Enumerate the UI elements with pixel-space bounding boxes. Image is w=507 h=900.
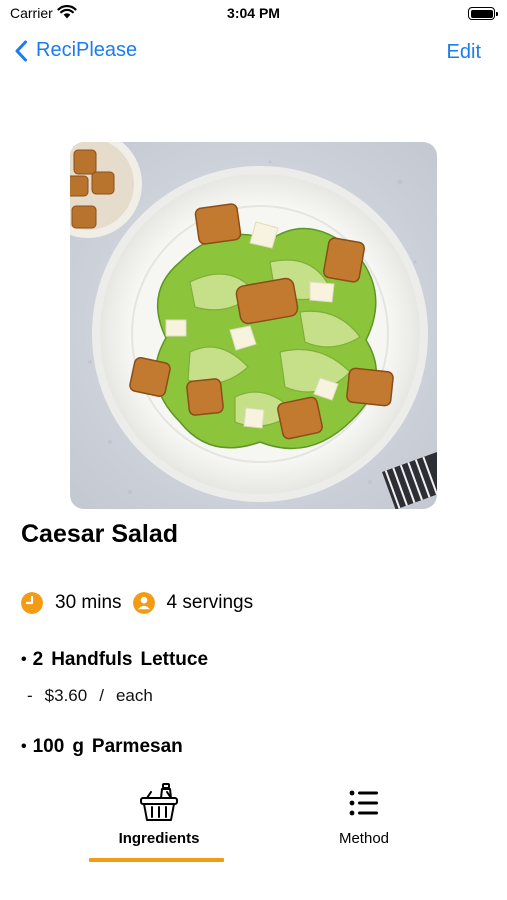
ingredient-item: • 100 g Parmesan bbox=[21, 736, 183, 757]
servings: 4 servings bbox=[166, 592, 254, 613]
ingredient-amount: 100 bbox=[32, 736, 65, 757]
recipe-photo bbox=[70, 142, 437, 509]
tab-method-label: Method bbox=[338, 830, 390, 847]
status-bar: Carrier 3:04 PM bbox=[0, 0, 507, 30]
tab-method[interactable]: Method bbox=[289, 782, 439, 847]
status-time: 3:04 PM bbox=[227, 5, 280, 21]
basket-icon bbox=[140, 783, 178, 821]
list-icon bbox=[349, 790, 378, 816]
ingredient-unit: g bbox=[72, 736, 84, 757]
tab-bar: Ingredients Method bbox=[0, 770, 507, 900]
tab-ingredients-label: Ingredients bbox=[118, 830, 200, 847]
ingredient-item: • 2 Handfuls Lettuce bbox=[21, 649, 209, 670]
chevron-left-icon bbox=[15, 40, 27, 61]
navigation-bar: ReciPlease Edit bbox=[0, 34, 507, 74]
price-unit: each bbox=[115, 686, 153, 705]
ingredient-name: Parmesan bbox=[91, 736, 183, 757]
recipe-meta: 30 mins 4 servings bbox=[21, 590, 264, 616]
ingredient-amount: 2 bbox=[32, 649, 44, 670]
back-button-label: ReciPlease bbox=[36, 39, 138, 61]
ingredient-name: Lettuce bbox=[140, 649, 209, 670]
recipe-title: Caesar Salad bbox=[21, 520, 179, 548]
ingredient-unit: Handfuls bbox=[51, 649, 133, 670]
price-value: $3.60 bbox=[44, 686, 88, 705]
ingredient-price: - $3.60 / each bbox=[27, 686, 153, 705]
battery-icon bbox=[468, 7, 498, 20]
clock-icon bbox=[21, 592, 43, 614]
cook-time: 30 mins bbox=[55, 592, 122, 613]
active-tab-indicator bbox=[89, 858, 224, 862]
tab-ingredients[interactable]: Ingredients bbox=[84, 782, 234, 847]
person-icon bbox=[132, 592, 155, 614]
edit-button[interactable]: Edit bbox=[447, 41, 481, 64]
back-button[interactable]: ReciPlease bbox=[14, 39, 137, 62]
